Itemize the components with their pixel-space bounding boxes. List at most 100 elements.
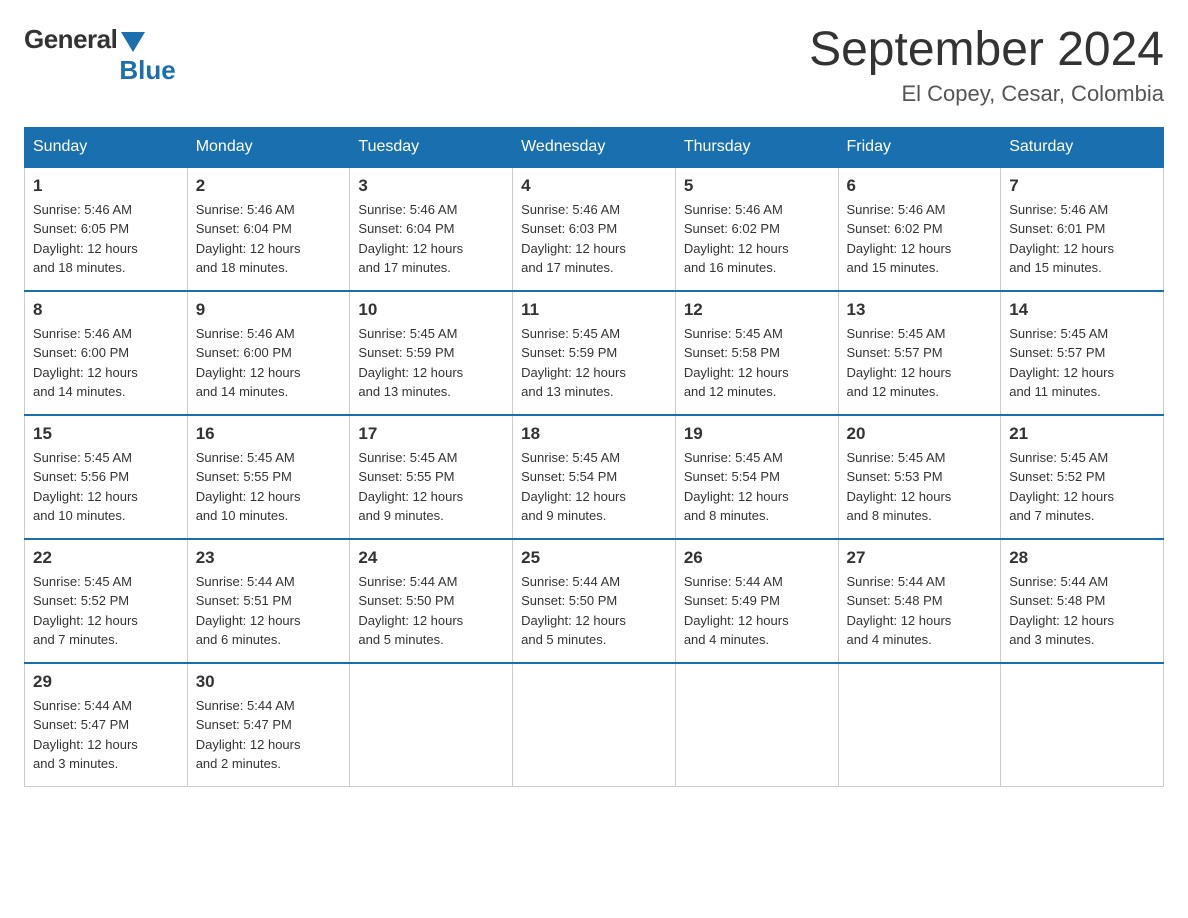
day-number: 17 [358,424,504,444]
day-number: 20 [847,424,993,444]
day-info: Sunrise: 5:44 AMSunset: 5:47 PMDaylight:… [196,696,342,774]
day-number: 26 [684,548,830,568]
calendar-cell [838,663,1001,787]
day-number: 4 [521,176,667,196]
day-number: 12 [684,300,830,320]
header-tuesday: Tuesday [350,127,513,167]
day-info: Sunrise: 5:45 AMSunset: 5:59 PMDaylight:… [521,324,667,402]
day-info: Sunrise: 5:45 AMSunset: 5:55 PMDaylight:… [358,448,504,526]
day-info: Sunrise: 5:45 AMSunset: 5:55 PMDaylight:… [196,448,342,526]
day-number: 13 [847,300,993,320]
header-sunday: Sunday [25,127,188,167]
day-info: Sunrise: 5:46 AMSunset: 6:04 PMDaylight:… [196,200,342,278]
calendar-cell: 5 Sunrise: 5:46 AMSunset: 6:02 PMDaylight… [675,167,838,291]
calendar-cell: 12 Sunrise: 5:45 AMSunset: 5:58 PMDayligh… [675,291,838,415]
day-number: 19 [684,424,830,444]
week-row-3: 15 Sunrise: 5:45 AMSunset: 5:56 PMDayligh… [25,415,1164,539]
calendar-cell: 15 Sunrise: 5:45 AMSunset: 5:56 PMDayligh… [25,415,188,539]
logo-blue-text: Blue [119,55,175,86]
day-info: Sunrise: 5:44 AMSunset: 5:48 PMDaylight:… [847,572,993,650]
calendar-title: September 2024 [809,24,1164,77]
title-section: September 2024 El Copey, Cesar, Colombia [809,24,1164,107]
calendar-cell [350,663,513,787]
calendar-cell: 19 Sunrise: 5:45 AMSunset: 5:54 PMDayligh… [675,415,838,539]
calendar-cell: 7Sunrise: 5:46 AMSunset: 6:01 PMDaylight… [1001,167,1164,291]
calendar-cell [675,663,838,787]
calendar-cell: 16 Sunrise: 5:45 AMSunset: 5:55 PMDayligh… [187,415,350,539]
calendar-cell: 26 Sunrise: 5:44 AMSunset: 5:49 PMDayligh… [675,539,838,663]
logo-general-text: General [24,24,117,55]
day-info: Sunrise: 5:46 AMSunset: 6:03 PMDaylight:… [521,200,667,278]
day-info: Sunrise: 5:45 AMSunset: 5:54 PMDaylight:… [684,448,830,526]
day-info: Sunrise: 5:44 AMSunset: 5:50 PMDaylight:… [358,572,504,650]
logo-triangle-icon [121,32,145,52]
day-info: Sunrise: 5:45 AMSunset: 5:57 PMDaylight:… [1009,324,1155,402]
day-info: Sunrise: 5:44 AMSunset: 5:47 PMDaylight:… [33,696,179,774]
calendar-cell: 6 Sunrise: 5:46 AMSunset: 6:02 PMDaylight… [838,167,1001,291]
calendar-cell: 13 Sunrise: 5:45 AMSunset: 5:57 PMDayligh… [838,291,1001,415]
calendar-cell: 20 Sunrise: 5:45 AMSunset: 5:53 PMDayligh… [838,415,1001,539]
header-monday: Monday [187,127,350,167]
header-friday: Friday [838,127,1001,167]
day-info: Sunrise: 5:45 AMSunset: 5:57 PMDaylight:… [847,324,993,402]
day-info: Sunrise: 5:46 AMSunset: 6:04 PMDaylight:… [358,200,504,278]
day-number: 27 [847,548,993,568]
day-number: 8 [33,300,179,320]
day-number: 22 [33,548,179,568]
day-number: 5 [684,176,830,196]
calendar-cell: 1 Sunrise: 5:46 AMSunset: 6:05 PMDaylight… [25,167,188,291]
week-row-4: 22 Sunrise: 5:45 AMSunset: 5:52 PMDayligh… [25,539,1164,663]
logo: General General Blue [24,24,176,86]
day-info: Sunrise: 5:45 AMSunset: 5:56 PMDaylight:… [33,448,179,526]
calendar-cell: 8Sunrise: 5:46 AMSunset: 6:00 PMDaylight… [25,291,188,415]
calendar-cell: 17 Sunrise: 5:45 AMSunset: 5:55 PMDayligh… [350,415,513,539]
calendar-cell: 23 Sunrise: 5:44 AMSunset: 5:51 PMDayligh… [187,539,350,663]
header-row: SundayMondayTuesdayWednesdayThursdayFrid… [25,127,1164,167]
day-number: 29 [33,672,179,692]
calendar-table: SundayMondayTuesdayWednesdayThursdayFrid… [24,127,1164,787]
day-number: 10 [358,300,504,320]
day-info: Sunrise: 5:46 AMSunset: 6:05 PMDaylight:… [33,200,179,278]
calendar-cell: 29 Sunrise: 5:44 AMSunset: 5:47 PMDayligh… [25,663,188,787]
day-info: Sunrise: 5:44 AMSunset: 5:48 PMDaylight:… [1009,572,1155,650]
calendar-cell: 10Sunrise: 5:45 AMSunset: 5:59 PMDayligh… [350,291,513,415]
day-number: 14 [1009,300,1155,320]
day-info: Sunrise: 5:44 AMSunset: 5:51 PMDaylight:… [196,572,342,650]
calendar-cell: 14 Sunrise: 5:45 AMSunset: 5:57 PMDayligh… [1001,291,1164,415]
calendar-cell: 21Sunrise: 5:45 AMSunset: 5:52 PMDayligh… [1001,415,1164,539]
day-number: 21 [1009,424,1155,444]
header-thursday: Thursday [675,127,838,167]
day-info: Sunrise: 5:46 AMSunset: 6:02 PMDaylight:… [847,200,993,278]
day-number: 24 [358,548,504,568]
day-info: Sunrise: 5:45 AMSunset: 5:58 PMDaylight:… [684,324,830,402]
calendar-cell: 4 Sunrise: 5:46 AMSunset: 6:03 PMDaylight… [513,167,676,291]
calendar-subtitle: El Copey, Cesar, Colombia [809,81,1164,107]
day-info: Sunrise: 5:44 AMSunset: 5:49 PMDaylight:… [684,572,830,650]
week-row-1: 1 Sunrise: 5:46 AMSunset: 6:05 PMDaylight… [25,167,1164,291]
day-info: Sunrise: 5:45 AMSunset: 5:52 PMDaylight:… [33,572,179,650]
day-info: Sunrise: 5:46 AMSunset: 6:00 PMDaylight:… [196,324,342,402]
calendar-cell: 2Sunrise: 5:46 AMSunset: 6:04 PMDaylight… [187,167,350,291]
header-saturday: Saturday [1001,127,1164,167]
day-number: 15 [33,424,179,444]
calendar-cell [1001,663,1164,787]
calendar-cell: 3 Sunrise: 5:46 AMSunset: 6:04 PMDaylight… [350,167,513,291]
day-number: 25 [521,548,667,568]
week-row-5: 29 Sunrise: 5:44 AMSunset: 5:47 PMDayligh… [25,663,1164,787]
day-number: 23 [196,548,342,568]
day-number: 16 [196,424,342,444]
header-wednesday: Wednesday [513,127,676,167]
day-number: 1 [33,176,179,196]
day-number: 11 [521,300,667,320]
calendar-cell: 18 Sunrise: 5:45 AMSunset: 5:54 PMDayligh… [513,415,676,539]
day-info: Sunrise: 5:45 AMSunset: 5:54 PMDaylight:… [521,448,667,526]
calendar-cell: 24 Sunrise: 5:44 AMSunset: 5:50 PMDayligh… [350,539,513,663]
day-number: 30 [196,672,342,692]
day-number: 9 [196,300,342,320]
day-info: Sunrise: 5:46 AMSunset: 6:02 PMDaylight:… [684,200,830,278]
day-number: 7 [1009,176,1155,196]
day-number: 3 [358,176,504,196]
day-number: 18 [521,424,667,444]
day-number: 6 [847,176,993,196]
day-info: Sunrise: 5:45 AMSunset: 5:53 PMDaylight:… [847,448,993,526]
